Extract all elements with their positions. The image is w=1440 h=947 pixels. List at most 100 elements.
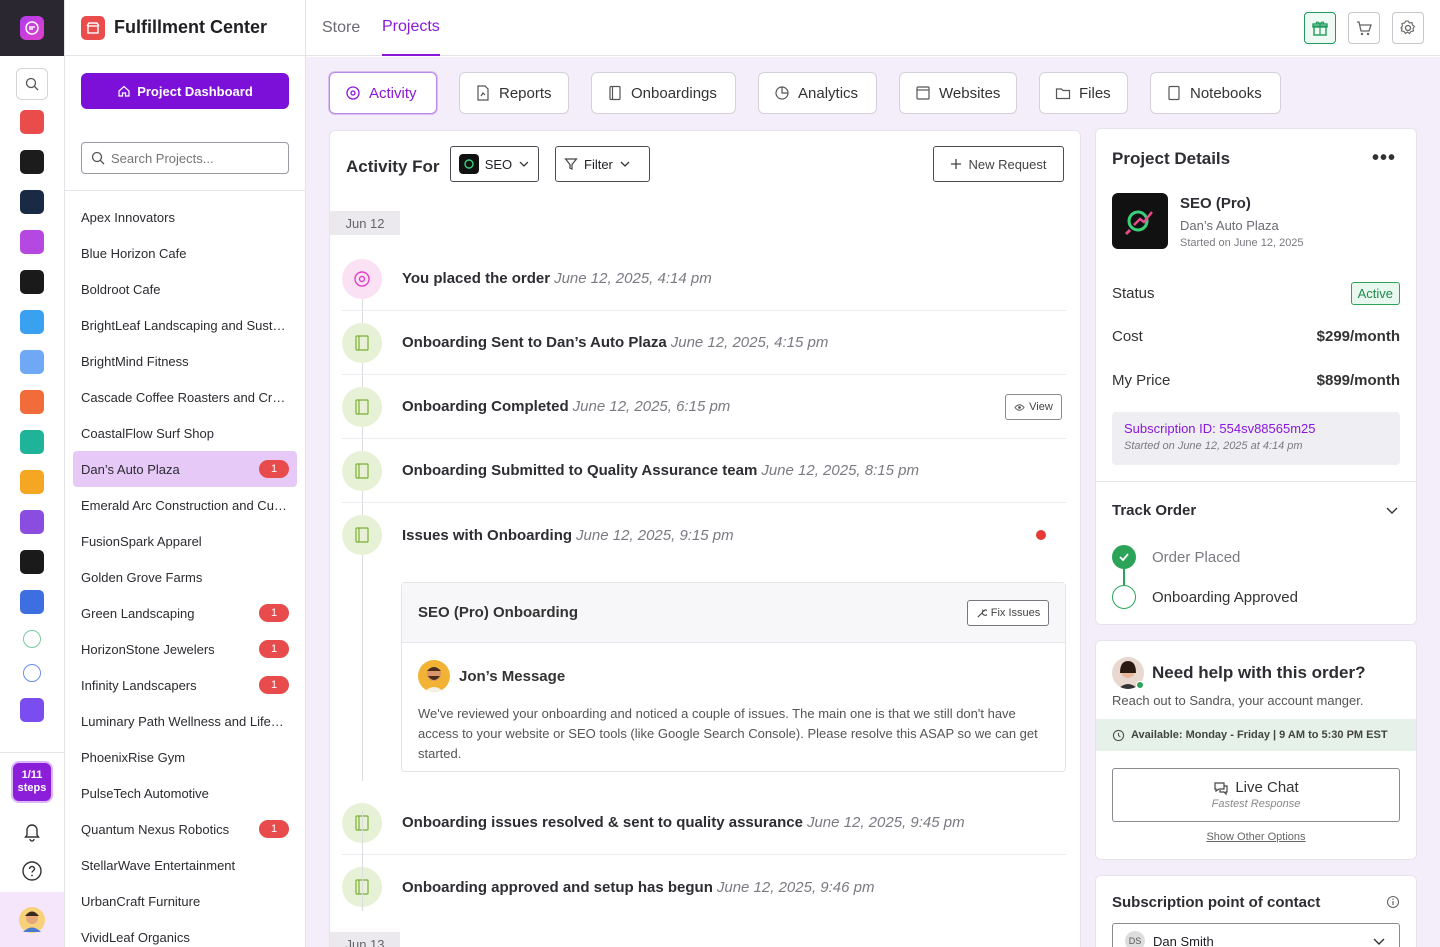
chevron-down-icon [1373,938,1385,945]
info-icon[interactable] [1386,895,1400,909]
rail-app-icon[interactable] [20,190,44,214]
sidebar-project-item[interactable]: FusionSpark Apparel [73,523,297,559]
sidebar-project-item[interactable]: Luminary Path Wellness and Life… [73,703,297,739]
project-search-input[interactable] [111,150,281,166]
sidebar-project-item[interactable]: Quantum Nexus Robotics 1 [73,811,297,847]
nav-tab-projects[interactable]: Projects [382,0,440,56]
sidebar-project-item[interactable]: Green Landscaping 1 [73,595,297,631]
sidebar-project-item[interactable]: PhoenixRise Gym [73,739,297,775]
sidebar-project-item[interactable]: StellarWave Entertainment [73,847,297,883]
tab-reports[interactable]: Reports [459,72,569,114]
sidebar-project-item[interactable]: Dan’s Auto Plaza 1 [73,451,297,487]
rail-app-icon[interactable] [20,150,44,174]
sidebar-project-item[interactable]: UrbanCraft Furniture [73,883,297,919]
tab-files[interactable]: Files [1039,72,1128,114]
sidebar-project-item[interactable]: CoastalFlow Surf Shop [73,415,297,451]
more-options-icon[interactable]: ••• [1372,147,1396,170]
date-chip: Jun 13 [330,932,400,947]
nav-tab-store[interactable]: Store [322,0,360,56]
sidebar-title: Fulfillment Center [114,17,268,37]
user-avatar[interactable] [0,892,64,947]
rail-search-button[interactable] [16,68,48,100]
new-request-button[interactable]: New Request [933,146,1064,182]
steps-progress-button[interactable]: 1/11 steps [11,761,53,803]
rail-divider [0,752,64,753]
gift-icon[interactable] [1304,12,1336,44]
event-text: Onboarding issues resolved & sent to qua… [402,814,965,831]
filter-select[interactable]: Filter [555,146,650,182]
project-search[interactable] [81,142,289,174]
sidebar-project-item[interactable]: Emerald Arc Construction and Cu… [73,487,297,523]
rail-app-icon[interactable] [20,510,44,534]
sidebar-project-item[interactable]: BrightLeaf Landscaping and Sust… [73,307,297,343]
tab-activity[interactable]: Activity [329,72,437,114]
client-name: Dan’s Auto Plaza [1180,218,1279,233]
rail-app-icon[interactable] [20,350,44,374]
tab-onboardings[interactable]: Onboardings [591,72,736,114]
subscription-id[interactable]: Subscription ID: 554sv88565m25 [1124,421,1388,436]
help-icon[interactable] [21,860,43,885]
chevron-down-icon [519,161,529,167]
sidebar-project-item[interactable]: Golden Grove Farms [73,559,297,595]
rail-app-list [0,110,64,722]
gear-icon[interactable] [1392,12,1424,44]
status-label: Status [1112,285,1155,302]
rail-app-icon[interactable] [20,470,44,494]
bell-icon[interactable] [21,820,43,845]
availability-text: Available: Monday - Friday | 9 AM to 5:3… [1131,729,1388,741]
live-chat-label: Live Chat [1235,779,1299,796]
sidebar-project-item[interactable]: HorizonStone Jewelers 1 [73,631,297,667]
help-title: Need help with this order? [1152,663,1366,682]
sidebar-project-item[interactable]: Blue Horizon Cafe [73,235,297,271]
rail-app-icon[interactable] [20,230,44,254]
event-time: June 12, 2025, 6:15 pm [572,398,731,415]
search-icon [25,77,39,91]
activity-event: Issues with Onboarding June 12, 2025, 9:1… [342,503,1066,567]
tab-notebooks[interactable]: Notebooks [1150,72,1281,114]
tab-analytics[interactable]: Analytics [758,72,877,114]
sidebar-project-item[interactable]: Cascade Coffee Roasters and Cra… [73,379,297,415]
report-icon [477,85,489,101]
sidebar-project-item[interactable]: BrightMind Fitness [73,343,297,379]
sidebar-project-item[interactable]: VividLeaf Organics [73,919,297,947]
contact-select[interactable]: DS Dan Smith [1112,923,1400,947]
view-button[interactable]: View [1005,394,1062,420]
chevron-down-icon[interactable] [1384,502,1400,518]
project-name: Quantum Nexus Robotics [81,821,230,837]
show-other-options-link[interactable]: Show Other Options [1096,831,1416,843]
rail-app-icon[interactable] [20,550,44,574]
chevron-down-icon [620,161,630,167]
rail-app-icon[interactable] [23,664,41,682]
rail-app-icon[interactable] [20,270,44,294]
live-chat-button[interactable]: Live Chat Fastest Response [1112,768,1400,822]
activity-icon [346,86,360,100]
rail-app-icon[interactable] [20,110,44,134]
rail-app-icon[interactable] [20,390,44,414]
app-logo-icon[interactable] [20,16,44,40]
rail-app-icon[interactable] [20,698,44,722]
notebook-icon [1168,85,1180,101]
subscription-box: Subscription ID: 554sv88565m25 Started o… [1112,412,1400,465]
rail-app-icon[interactable] [20,310,44,334]
event-title: Onboarding Submitted to Quality Assuranc… [402,462,758,479]
tab-websites[interactable]: Websites [899,72,1017,114]
sidebar-project-item[interactable]: Apex Innovators [73,199,297,235]
sidebar-project-item[interactable]: PulseTech Automotive [73,775,297,811]
cart-icon[interactable] [1348,12,1380,44]
project-name: UrbanCraft Furniture [81,893,201,909]
rail-app-icon[interactable] [20,590,44,614]
date-chip: Jun 12 [330,211,400,235]
service-select[interactable]: SEO [450,146,539,182]
project-dashboard-button[interactable]: Project Dashboard [81,73,289,109]
filter-label: Filter [584,156,613,172]
issue-header: SEO (Pro) Onboarding Fix Issues [402,583,1065,643]
price-value: $899/month [1316,372,1400,389]
jon-avatar [418,660,450,692]
rail-app-icon[interactable] [20,430,44,454]
event-title: Onboarding issues resolved & sent to qua… [402,814,803,831]
fix-issues-button[interactable]: Fix Issues [967,600,1049,626]
sidebar-project-item[interactable]: Infinity Landscapers 1 [73,667,297,703]
rail-app-icon[interactable] [23,630,41,648]
sidebar-project-item[interactable]: Boldroot Cafe [73,271,297,307]
app-rail: 1/11 steps [0,0,65,947]
